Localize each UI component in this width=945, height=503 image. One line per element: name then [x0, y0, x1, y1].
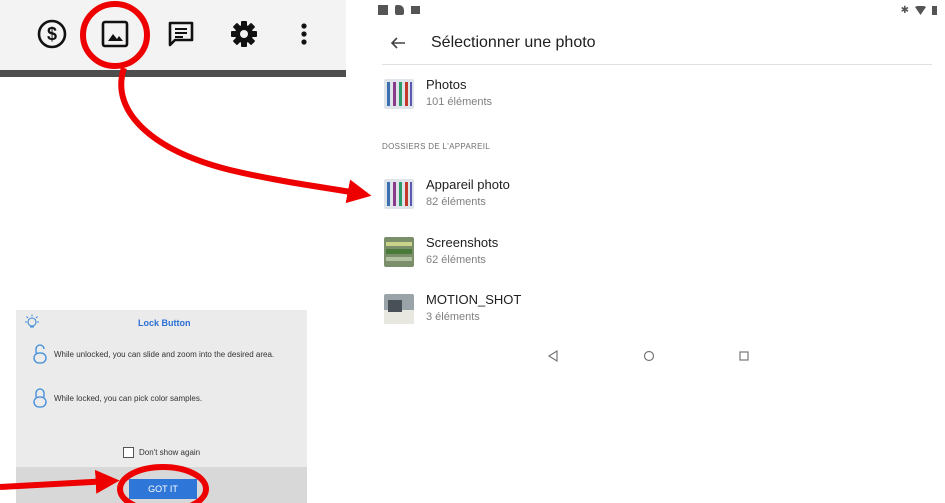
got-it-button[interactable]: GOT IT — [129, 479, 197, 499]
dollar-icon[interactable]: $ — [34, 16, 70, 52]
svg-text:$: $ — [47, 24, 57, 44]
checkbox-box[interactable] — [123, 447, 134, 458]
bluetooth-icon: ✱ — [900, 5, 909, 16]
settings-icon[interactable] — [226, 16, 262, 52]
toolbar-divider — [0, 70, 346, 77]
notification-icon — [395, 5, 404, 15]
folder-name: Photos — [426, 77, 467, 92]
app-toolbar: $ — [0, 0, 346, 77]
battery-icon — [932, 6, 937, 15]
folder-thumbnail — [384, 79, 414, 109]
image-icon[interactable] — [97, 16, 133, 52]
checkbox-label: Don't show again — [139, 448, 201, 457]
folder-name: Screenshots — [426, 235, 499, 250]
annotation-arrow-to-folder — [118, 67, 372, 204]
locked-text: While locked, you can pick color samples… — [54, 393, 203, 403]
status-bar: ✱ — [366, 0, 945, 20]
nav-home-icon[interactable] — [643, 350, 655, 362]
folder-thumbnail — [384, 179, 414, 209]
folder-item-motion-shot[interactable]: MOTION_SHOT 3 éléments — [382, 290, 922, 325]
wifi-icon — [915, 6, 926, 15]
folder-item-appareil-photo[interactable]: Appareil photo 82 éléments — [382, 175, 922, 215]
nav-back-icon[interactable] — [547, 350, 559, 362]
locked-row: While locked, you can pick color samples… — [33, 388, 202, 408]
lock-button-dialog: Lock Button While unlocked, you can slid… — [16, 310, 307, 503]
section-header: DOSSIERS DE L'APPAREIL — [382, 142, 491, 151]
folder-item-photos[interactable]: Photos 101 éléments — [382, 75, 922, 115]
stop-icon — [378, 5, 388, 15]
nav-recents-icon[interactable] — [738, 350, 750, 362]
image-notification-icon — [411, 6, 420, 14]
folder-count: 101 éléments — [426, 96, 493, 108]
lightbulb-icon — [25, 314, 39, 328]
page-title: Sélectionner une photo — [431, 34, 596, 51]
lock-icon — [33, 388, 47, 408]
dialog-title: Lock Button — [138, 318, 191, 328]
back-arrow-icon[interactable] — [386, 31, 410, 55]
folder-count: 82 éléments — [426, 196, 486, 208]
unlocked-text: While unlocked, you can slide and zoom i… — [54, 349, 275, 359]
dont-show-again-checkbox[interactable]: Don't show again — [123, 447, 200, 458]
folder-item-screenshots[interactable]: Screenshots 62 éléments — [382, 233, 922, 273]
more-vert-icon[interactable] — [286, 16, 322, 52]
android-nav-bar — [366, 346, 945, 366]
folder-thumbnail — [384, 237, 414, 267]
unlock-icon — [33, 344, 47, 364]
folder-name: Appareil photo — [426, 177, 510, 192]
unlocked-row: While unlocked, you can slide and zoom i… — [33, 344, 274, 364]
app-bar-divider — [382, 64, 932, 65]
folder-count: 62 éléments — [426, 254, 486, 266]
folder-thumbnail — [384, 294, 414, 324]
folder-name: MOTION_SHOT — [426, 292, 522, 307]
folder-count: 3 éléments — [426, 311, 480, 323]
app-bar: Sélectionner une photo — [366, 24, 945, 62]
photo-picker-screen: ✱ Sélectionner une photo Photos 101 élém… — [366, 0, 945, 380]
comment-icon[interactable] — [163, 16, 199, 52]
